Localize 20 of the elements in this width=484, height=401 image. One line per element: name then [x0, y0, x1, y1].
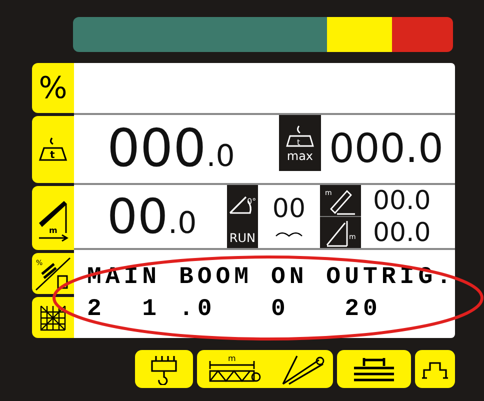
max-load-reading: 000.0 — [328, 129, 444, 169]
radius-reading: 00.0 — [106, 192, 198, 240]
percent-button[interactable]: % — [32, 63, 74, 113]
max-label: max — [286, 150, 314, 162]
grid-chart-icon — [38, 302, 68, 332]
radius-button[interactable]: m — [32, 186, 74, 250]
outriggers-button[interactable] — [337, 350, 411, 388]
boom-button[interactable]: m — [197, 350, 333, 388]
hook-button[interactable] — [135, 350, 193, 388]
percent-symbol: % — [38, 70, 68, 106]
base-button[interactable] — [415, 350, 455, 388]
grid-button[interactable] — [32, 297, 74, 338]
boom-height-reading: 00.0 — [372, 220, 431, 246]
run-label: RUN — [229, 232, 256, 244]
wave-icon — [274, 230, 303, 238]
load-reading: 000.0 — [106, 123, 236, 175]
boom-length-reading: 00.0 — [372, 188, 431, 214]
load-button[interactable]: t — [32, 116, 74, 183]
message-values: 2 1 .0 0 20 — [86, 297, 382, 324]
angle-reading: 00 — [272, 196, 306, 222]
